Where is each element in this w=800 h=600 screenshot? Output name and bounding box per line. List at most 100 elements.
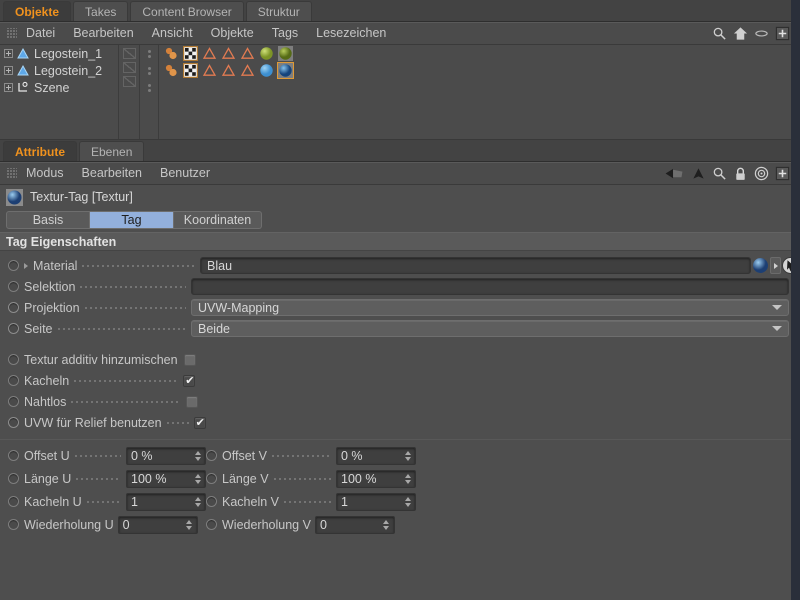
stepper-icon[interactable] [194, 472, 201, 485]
selection-tag-icon[interactable] [221, 46, 236, 61]
numeric-field-offset-v[interactable]: 0 % [336, 446, 416, 465]
eye-icon[interactable] [754, 26, 769, 41]
numeric-field-laenge-v[interactable]: 100 % [336, 469, 416, 488]
menu-modus[interactable]: Modus [17, 162, 73, 185]
tab-attribute[interactable]: Attribute [3, 141, 77, 161]
stepper-icon[interactable] [404, 472, 411, 485]
numeric-field-kacheln-u[interactable]: 1 [126, 492, 206, 511]
seite-dropdown[interactable]: Beide [191, 320, 789, 337]
panel-grip-icon[interactable] [6, 27, 17, 39]
checkbox-nahtlos[interactable] [186, 395, 199, 408]
property-anim-dot-icon[interactable] [8, 281, 19, 292]
numeric-field-kacheln-v[interactable]: 1 [336, 492, 416, 511]
stepper-icon[interactable] [383, 518, 390, 531]
property-anim-dot-icon[interactable] [8, 302, 19, 313]
home-icon[interactable] [733, 26, 748, 41]
expand-plus-icon[interactable] [4, 49, 13, 58]
property-anim-dot-icon[interactable] [8, 519, 19, 530]
plus-box-icon[interactable] [775, 166, 790, 181]
menu-tags[interactable]: Tags [263, 22, 307, 45]
property-anim-dot-icon[interactable] [8, 496, 19, 507]
menu-lesezeichen[interactable]: Lesezeichen [307, 22, 395, 45]
tab-objekte[interactable]: Objekte [3, 1, 72, 21]
material-tag-green[interactable] [259, 46, 274, 61]
selection-tag-icon[interactable] [240, 63, 255, 78]
material-link-field[interactable]: Blau [200, 257, 751, 274]
search-icon[interactable] [712, 26, 727, 41]
menu-datei[interactable]: Datei [17, 22, 64, 45]
uv-checker-tag-icon[interactable] [183, 46, 198, 61]
material-tag-blue-selected[interactable] [277, 62, 294, 79]
property-anim-dot-icon[interactable] [8, 450, 19, 461]
property-anim-dot-icon[interactable] [206, 519, 217, 530]
menu-objekte[interactable]: Objekte [202, 22, 263, 45]
stepper-icon[interactable] [194, 495, 201, 508]
tab-content-browser[interactable]: Content Browser [130, 1, 244, 21]
property-anim-dot-icon[interactable] [206, 450, 217, 461]
material-tag-blue[interactable] [259, 63, 274, 78]
stepper-icon[interactable] [404, 449, 411, 462]
property-anim-dot-icon[interactable] [206, 473, 217, 484]
menu-bearbeiten[interactable]: Bearbeiten [73, 162, 151, 185]
numeric-field-laenge-u[interactable]: 100 % [126, 469, 206, 488]
tab-struktur[interactable]: Struktur [245, 1, 312, 21]
object-row-legostein-2[interactable]: Legostein_2 [0, 62, 118, 79]
object-row-legostein-1[interactable]: Legostein_1 [0, 45, 118, 62]
selection-tag-icon[interactable] [240, 46, 255, 61]
property-anim-dot-icon[interactable] [8, 396, 19, 407]
material-tag-green[interactable] [278, 46, 293, 61]
back-arrow-icon[interactable] [663, 166, 685, 181]
tab-tag[interactable]: Tag [90, 211, 174, 229]
selection-tag-icon[interactable] [202, 46, 217, 61]
stepper-icon[interactable] [404, 495, 411, 508]
plus-box-icon[interactable] [775, 26, 790, 41]
expand-plus-icon[interactable] [4, 66, 13, 75]
search-icon[interactable] [712, 166, 727, 181]
object-row-szene[interactable]: Szene [0, 79, 118, 96]
checkbox-textur-additiv[interactable] [183, 353, 196, 366]
selection-tag-icon[interactable] [202, 63, 217, 78]
property-anim-dot-icon[interactable] [8, 323, 19, 334]
menu-bearbeiten[interactable]: Bearbeiten [64, 22, 142, 45]
lock-icon[interactable] [733, 166, 748, 181]
stepper-icon[interactable] [194, 449, 201, 462]
expand-plus-icon[interactable] [4, 83, 13, 92]
phong-tag-icon[interactable] [164, 46, 179, 61]
property-anim-dot-icon[interactable] [8, 375, 19, 386]
property-anim-dot-icon[interactable] [206, 496, 217, 507]
selektion-field[interactable] [191, 278, 789, 295]
property-anim-dot-icon[interactable] [8, 260, 19, 271]
numeric-field-wiederholung-v[interactable]: 0 [314, 515, 395, 534]
property-anim-dot-icon[interactable] [8, 473, 19, 484]
attribute-manager-menubar: Modus Bearbeiten Benutzer [0, 162, 800, 185]
target-icon[interactable] [754, 166, 769, 181]
numeric-field-wiederholung-u[interactable]: 0 [117, 515, 198, 534]
up-arrow-icon[interactable] [691, 166, 706, 181]
projektion-dropdown[interactable]: UVW-Mapping [191, 299, 789, 316]
phong-tag-icon[interactable] [164, 63, 179, 78]
panel-grip-icon[interactable] [6, 167, 17, 179]
expand-arrow-icon[interactable] [24, 262, 29, 269]
numeric-field-offset-u[interactable]: 0 % [126, 446, 206, 465]
property-anim-dot-icon[interactable] [8, 354, 19, 365]
tab-koordinaten[interactable]: Koordinaten [174, 211, 262, 229]
visibility-toggle-icon[interactable] [122, 62, 136, 73]
menu-ansicht[interactable]: Ansicht [143, 22, 202, 45]
checkbox-uvw-relief[interactable] [193, 416, 206, 430]
property-anim-dot-icon[interactable] [8, 417, 19, 428]
uv-checker-tag-icon[interactable] [183, 63, 198, 78]
visibility-dots-icon[interactable] [141, 45, 158, 62]
material-preview-button[interactable] [751, 257, 770, 274]
visibility-toggle-icon[interactable] [122, 48, 136, 59]
selection-tag-icon[interactable] [221, 63, 236, 78]
stepper-icon[interactable] [186, 518, 193, 531]
checkbox-kacheln[interactable] [183, 374, 196, 388]
tab-basis[interactable]: Basis [6, 211, 90, 229]
material-menu-arrow-button[interactable] [770, 257, 781, 274]
visibility-toggle-icon[interactable] [122, 76, 136, 87]
tab-ebenen[interactable]: Ebenen [79, 141, 145, 161]
tab-takes[interactable]: Takes [73, 1, 129, 21]
menu-benutzer[interactable]: Benutzer [151, 162, 219, 185]
visibility-dots-icon[interactable] [141, 62, 158, 79]
visibility-dots-icon[interactable] [141, 79, 158, 96]
